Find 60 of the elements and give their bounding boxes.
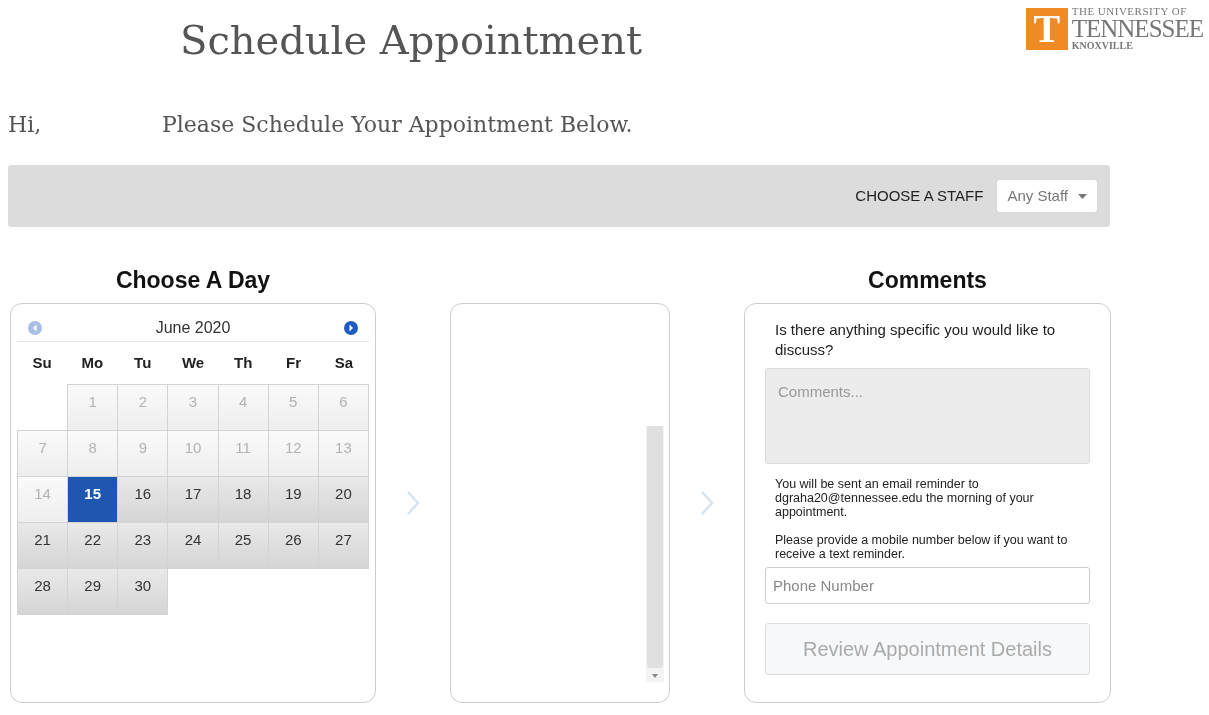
calendar-day: 14	[17, 476, 69, 523]
calendar-day[interactable]: 18	[217, 476, 269, 523]
mobile-reminder-note: Please provide a mobile number below if you want to receive a text reminder.	[774, 533, 1069, 561]
calendar-day[interactable]: 26	[267, 522, 319, 569]
calendar-day: 5	[267, 384, 319, 431]
calendar-day: 13	[317, 430, 369, 477]
month-label: June 2020	[155, 317, 231, 338]
staff-dropdown[interactable]: Any Staff	[997, 180, 1097, 212]
calendar-day: 8	[67, 430, 119, 477]
logo-text: TENNESSEE	[1071, 17, 1203, 41]
calendar-day: 9	[117, 430, 169, 477]
scrollbar[interactable]	[646, 426, 664, 682]
calendar-day[interactable]: 25	[217, 522, 269, 569]
greeting-message: Please Schedule Your Appointment Below.	[162, 111, 633, 139]
weekday-label: Fr	[285, 352, 303, 373]
page-title: Schedule Appointment	[180, 16, 643, 65]
calendar-day[interactable]: 22	[67, 522, 119, 569]
calendar-day[interactable]: 23	[117, 522, 169, 569]
weekday-label: Th	[233, 352, 254, 373]
calendar-day: 3	[167, 384, 219, 431]
calendar-day[interactable]: 17	[167, 476, 219, 523]
calendar-day[interactable]: 27	[317, 522, 369, 569]
weekday-label: We	[180, 352, 206, 373]
calendar-day: 4	[217, 384, 269, 431]
calendar-day[interactable]: 16	[117, 476, 169, 523]
section-heading: Choose A Day	[114, 266, 272, 295]
weekday-label: Mo	[80, 352, 105, 373]
next-month-icon[interactable]	[343, 319, 359, 336]
chevron-right-icon	[700, 490, 714, 516]
calendar-day[interactable]: 29	[67, 568, 119, 615]
calendar-day[interactable]: 24	[167, 522, 219, 569]
calendar-day: 6	[317, 384, 369, 431]
calendar-day: 11	[217, 430, 269, 477]
phone-number-field[interactable]: Phone Number	[765, 567, 1090, 604]
caret-down-icon	[1078, 193, 1087, 199]
question-text: Is there anything specific you would like to discuss?	[774, 320, 1057, 360]
calendar-day[interactable]: 15	[67, 476, 119, 523]
weekday-label: Su	[31, 352, 53, 373]
calendar-day[interactable]: 28	[17, 568, 69, 615]
weekday-label: Tu	[133, 352, 153, 373]
logo-text: KNOXVILLE	[1071, 41, 1134, 51]
chevron-right-icon	[406, 490, 420, 516]
weekday-label: Sa	[333, 352, 354, 373]
calendar-day: 10	[167, 430, 219, 477]
calendar-day: 1	[67, 384, 119, 431]
section-heading: Comments	[867, 266, 988, 295]
email-reminder-note: You will be sent an email reminder to dgraha20@tennessee.edu the morning of your appointment.	[774, 477, 1035, 519]
scroll-down-icon[interactable]	[652, 674, 658, 678]
calendar-day: 7	[17, 430, 69, 477]
comments-field[interactable]: Comments...	[765, 368, 1090, 464]
calendar-day[interactable]: 21	[17, 522, 69, 569]
logo-text: THE UNIVERSITY OF	[1071, 6, 1188, 17]
calendar-day: 12	[267, 430, 319, 477]
staff-label: CHOOSE A STAFF	[855, 185, 984, 206]
calendar-day: 2	[117, 384, 169, 431]
greeting-text: Hi,	[8, 111, 43, 139]
calendar-day[interactable]: 20	[317, 476, 369, 523]
logo-mark: T	[1033, 8, 1061, 49]
calendar-day[interactable]: 30	[117, 568, 169, 615]
calendar-day[interactable]: 19	[267, 476, 319, 523]
